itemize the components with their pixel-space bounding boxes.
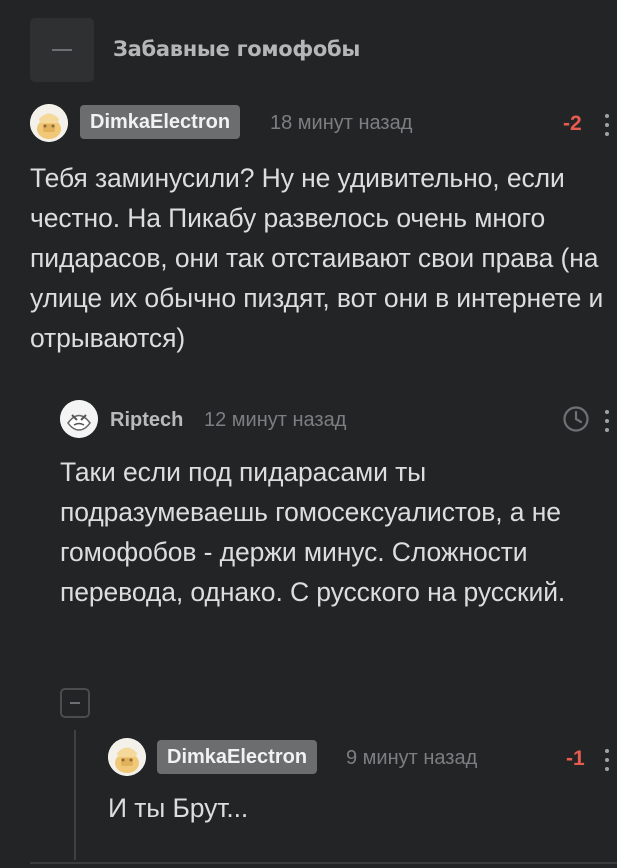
kebab-menu-icon[interactable] — [605, 749, 609, 771]
comment-rating: -1 — [566, 747, 585, 770]
author-name[interactable]: Riptech — [110, 409, 183, 432]
kebab-menu-icon[interactable] — [605, 410, 609, 432]
minus-icon — [52, 49, 72, 51]
minus-icon — [70, 702, 80, 704]
avatar[interactable] — [30, 104, 68, 142]
comment-text: Тебя заминусили? Ну не удивительно, если… — [30, 163, 604, 353]
comment-rating: -2 — [563, 112, 582, 135]
comment-time[interactable]: 12 минут назад — [204, 409, 346, 432]
thread-line[interactable] — [74, 730, 76, 860]
avatar[interactable] — [60, 400, 98, 438]
kebab-menu-icon[interactable] — [605, 114, 609, 136]
comment-text: Таки если под пидарасами ты подразумевае… — [60, 457, 566, 607]
thread-collapse-button[interactable] — [30, 18, 94, 82]
avatar[interactable] — [108, 738, 146, 776]
comment-time[interactable]: 9 минут назад — [346, 747, 477, 770]
clock-icon — [563, 406, 589, 432]
comment-time[interactable]: 18 минут назад — [270, 112, 412, 135]
thread-title[interactable]: Забавные гомофобы — [113, 37, 360, 61]
author-badge[interactable]: DimkaElectron — [80, 105, 241, 139]
reply-collapse-button[interactable] — [60, 688, 90, 718]
divider — [30, 862, 617, 864]
author-badge[interactable]: DimkaElectron — [157, 740, 318, 774]
comment-text: И ты Брут... — [108, 793, 249, 823]
